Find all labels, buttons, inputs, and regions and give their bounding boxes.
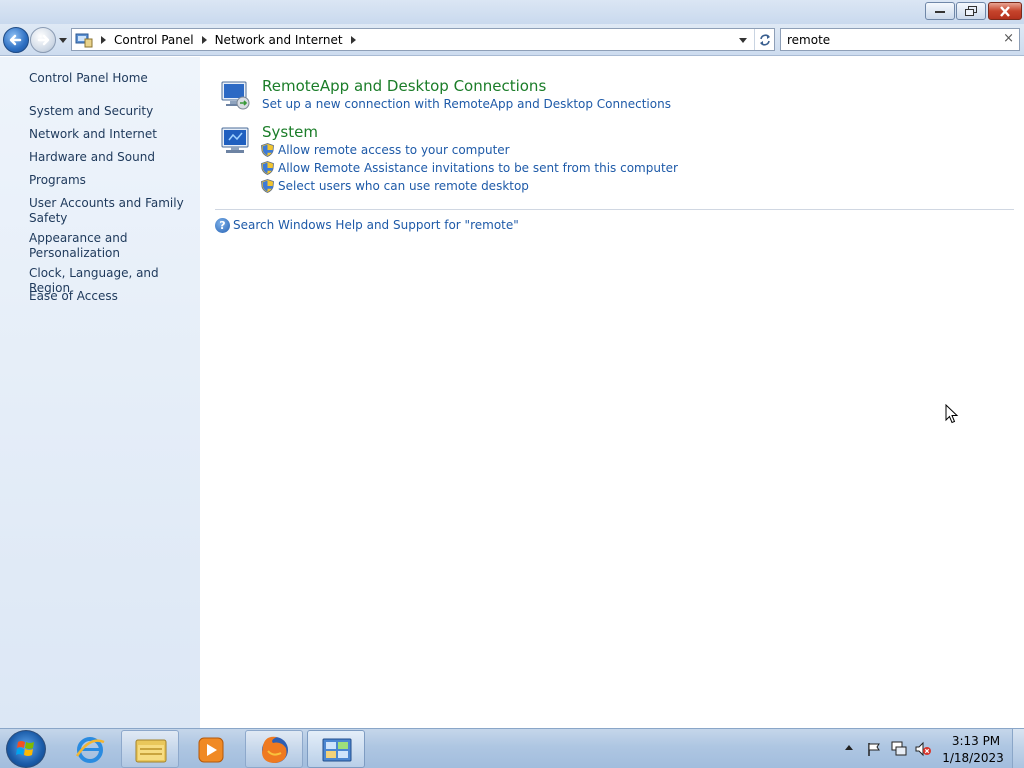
breadcrumb-separator[interactable] xyxy=(101,35,106,44)
recent-pages-button[interactable] xyxy=(57,33,69,47)
close-button[interactable] xyxy=(988,2,1022,20)
control-panel-icon xyxy=(322,738,352,762)
task-link-allow-remote-access[interactable]: Allow remote access to your computer xyxy=(278,143,510,157)
folder-icon xyxy=(135,739,167,763)
firefox-icon xyxy=(262,736,288,763)
chevron-down-icon xyxy=(59,38,67,43)
navigation-bar: Control Panel Network and Internet × xyxy=(0,24,1024,56)
breadcrumb-control-panel[interactable]: Control Panel xyxy=(114,33,194,47)
sidebar-item-appearance[interactable]: Appearance and Personalization xyxy=(29,231,139,261)
taskbar-firefox[interactable] xyxy=(245,730,303,768)
search-input[interactable] xyxy=(787,31,987,48)
back-arrow-icon xyxy=(9,34,22,46)
sidebar-item-control-panel-home[interactable]: Control Panel Home xyxy=(29,71,194,86)
task-link-select-remote-users[interactable]: Select users who can use remote desktop xyxy=(278,179,529,193)
refresh-button[interactable] xyxy=(754,29,774,50)
search-box[interactable]: × xyxy=(780,28,1020,51)
uac-shield-icon xyxy=(261,179,274,193)
sidebar-item-hardware-and-sound[interactable]: Hardware and Sound xyxy=(29,150,194,165)
minimize-icon xyxy=(935,11,945,13)
sidebar: Control Panel Home System and Security N… xyxy=(0,57,200,728)
address-bar[interactable]: Control Panel Network and Internet xyxy=(71,28,775,51)
help-icon: ? xyxy=(215,218,230,233)
uac-shield-icon xyxy=(261,143,274,157)
search-help-link[interactable]: Search Windows Help and Support for "rem… xyxy=(233,218,519,232)
task-link-allow-remote-assistance[interactable]: Allow Remote Assistance invitations to b… xyxy=(278,161,678,175)
taskbar-internet-explorer[interactable] xyxy=(60,730,118,768)
sidebar-item-ease-of-access[interactable]: Ease of Access xyxy=(29,289,194,304)
ie-icon xyxy=(75,737,105,763)
sidebar-item-system-and-security[interactable]: System and Security xyxy=(29,104,194,119)
show-hidden-icons-button[interactable] xyxy=(845,745,853,750)
taskbar: 3:13 PM 1/18/2023 xyxy=(0,728,1024,768)
taskbar-windows-explorer[interactable] xyxy=(121,730,179,768)
sidebar-item-network-and-internet[interactable]: Network and Internet xyxy=(29,127,194,142)
refresh-icon xyxy=(759,33,770,46)
forward-arrow-icon xyxy=(37,34,50,46)
address-dropdown-button[interactable] xyxy=(732,29,754,50)
breadcrumb-separator[interactable] xyxy=(350,35,356,44)
taskbar-media-player[interactable] xyxy=(182,730,240,768)
mouse-cursor-icon xyxy=(945,404,959,424)
clear-search-icon[interactable]: × xyxy=(1003,31,1014,46)
minimize-button[interactable] xyxy=(925,2,955,20)
forward-button[interactable] xyxy=(30,27,56,53)
clock-time[interactable]: 3:13 PM xyxy=(946,734,1006,748)
window-title-bar xyxy=(0,0,1024,24)
start-button[interactable] xyxy=(6,730,46,768)
windows-logo-icon xyxy=(16,741,34,756)
control-panel-icon xyxy=(75,33,93,47)
sidebar-item-programs[interactable]: Programs xyxy=(29,173,194,188)
media-player-icon xyxy=(198,737,224,763)
clock-date[interactable]: 1/18/2023 xyxy=(940,751,1006,765)
action-center-flag-icon[interactable] xyxy=(866,741,882,757)
show-desktop-button[interactable] xyxy=(1012,729,1024,768)
breadcrumb-network-and-internet[interactable]: Network and Internet xyxy=(215,33,343,47)
search-results: RemoteApp and Desktop Connections Set up… xyxy=(200,57,1024,728)
remoteapp-icon xyxy=(221,81,250,110)
task-link-setup-remoteapp[interactable]: Set up a new connection with RemoteApp a… xyxy=(262,97,671,111)
result-title-remoteapp[interactable]: RemoteApp and Desktop Connections xyxy=(262,77,546,95)
restore-icon xyxy=(965,5,977,16)
network-icon[interactable] xyxy=(890,741,908,757)
breadcrumb-separator[interactable] xyxy=(201,35,207,44)
close-icon xyxy=(1000,5,1010,17)
back-button[interactable] xyxy=(3,27,29,53)
sidebar-item-user-accounts[interactable]: User Accounts and Family Safety xyxy=(29,196,194,226)
volume-muted-icon[interactable] xyxy=(914,741,932,757)
restore-button[interactable] xyxy=(956,2,986,20)
taskbar-control-panel[interactable] xyxy=(307,730,365,768)
divider xyxy=(215,209,1014,210)
system-icon xyxy=(221,127,249,153)
uac-shield-icon xyxy=(261,161,274,175)
result-title-system[interactable]: System xyxy=(262,123,318,141)
chevron-down-icon xyxy=(739,37,747,43)
